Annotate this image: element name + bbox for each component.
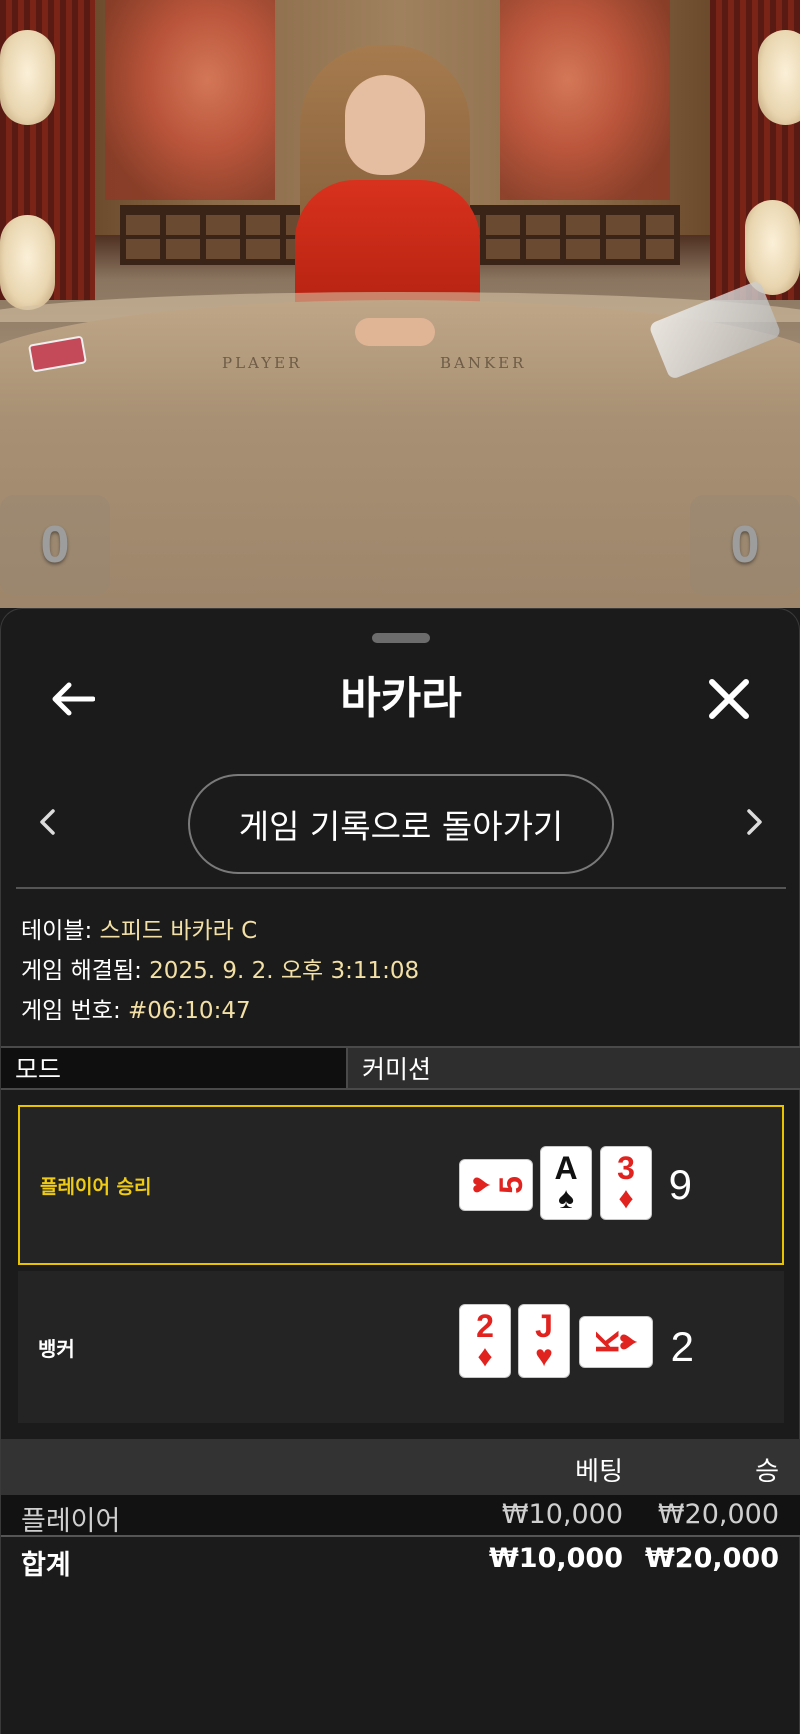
sheet-grabber[interactable] [372, 633, 430, 643]
chevron-left-icon [40, 809, 55, 835]
banker-hand-row: 뱅커 2 ♦ J ♥ K ♥ 2 [18, 1271, 784, 1423]
lantern-left-bottom [0, 215, 55, 310]
banker-hand-score: 2 [670, 1323, 694, 1370]
player-score-display: 0 [0, 495, 110, 595]
banker-card-1: 2 ♦ [459, 1304, 511, 1378]
card-rank: 3 [617, 1150, 635, 1186]
player-card-2: A ♠ [540, 1146, 592, 1220]
dealer-face [345, 75, 425, 175]
card-suit: ♥ [535, 1340, 553, 1373]
close-icon [709, 679, 749, 719]
info-game-number-value: #06:10:47 [128, 998, 251, 1024]
bet-row-name: 플레이어 [21, 1506, 121, 1537]
banker-hand-label: 뱅커 [38, 1336, 75, 1361]
info-game-number: 게임 번호: #06:10:47 [21, 991, 251, 1025]
chevron-right-icon [747, 809, 762, 835]
page-title: 바카라 [340, 673, 462, 724]
card-rank: A [554, 1150, 578, 1186]
card-rank: 2 [476, 1308, 494, 1344]
mode-label: 모드 [1, 1048, 348, 1088]
bet-row-player: 플레이어 ₩10,000 ₩20,000 [1, 1495, 800, 1537]
bet-row-total: 합계 ₩10,000 ₩20,000 [1, 1539, 800, 1581]
total-label: 합계 [21, 1550, 71, 1581]
bet-row-bet: ₩10,000 [501, 1499, 623, 1530]
card-suit: ♠ [558, 1182, 574, 1215]
lantern-left-top [0, 30, 55, 125]
total-win: ₩20,000 [645, 1543, 779, 1574]
dealer-hands [355, 318, 435, 346]
bet-row-win: ₩20,000 [657, 1499, 779, 1530]
next-game-button[interactable] [735, 799, 775, 845]
card-suit: ♥ [464, 1176, 498, 1194]
bets-table-header: 베팅 승 [1, 1439, 800, 1495]
info-resolved-label: 게임 해결됨: [21, 958, 150, 984]
player-card-3: 3 ♦ [600, 1146, 652, 1220]
blossom-panel-right [500, 0, 670, 200]
info-resolved: 게임 해결됨: 2025. 9. 2. 오후 3:11:08 [21, 951, 419, 985]
player-card-1: ♥ 5 [459, 1159, 533, 1211]
back-button[interactable] [43, 664, 103, 734]
live-video-feed: PLAYER BANKER 0 0 [0, 0, 800, 608]
bet-column-header: 베팅 [575, 1457, 623, 1487]
banker-score-display: 0 [690, 495, 800, 595]
lantern-right-bottom [745, 200, 800, 295]
section-divider [16, 887, 786, 889]
banker-card-2: J ♥ [518, 1304, 570, 1378]
card-suit: ♥ [610, 1333, 644, 1351]
info-table-label: 테이블: [21, 918, 100, 944]
table-label-banker: BANKER [440, 354, 527, 372]
card-suit: ♦ [618, 1182, 634, 1215]
info-resolved-value: 2025. 9. 2. 오후 3:11:08 [149, 958, 420, 984]
arrow-left-icon [52, 682, 95, 716]
close-button[interactable] [699, 664, 759, 734]
back-to-history-button[interactable]: 게임 기록으로 돌아가기 [188, 774, 614, 874]
info-game-number-label: 게임 번호: [21, 998, 129, 1024]
prev-game-button[interactable] [27, 799, 67, 845]
win-column-header: 승 [755, 1457, 779, 1487]
lantern-right-top [758, 30, 800, 125]
card-rank: 5 [492, 1176, 529, 1194]
mode-row: 모드 커미션 [1, 1046, 800, 1090]
banker-card-3: K ♥ [579, 1316, 653, 1368]
info-table: 테이블: 스피드 바카라 C [21, 911, 257, 945]
card-rank: J [535, 1308, 553, 1344]
table-label-player: PLAYER [222, 354, 303, 372]
mode-value: 커미션 [348, 1048, 800, 1088]
info-table-value: 스피드 바카라 C [99, 918, 258, 944]
player-hand-label: 플레이어 승리 [40, 1175, 152, 1198]
total-bet: ₩10,000 [489, 1543, 623, 1574]
player-hand-row: 플레이어 승리 ♥ 5 A ♠ 3 ♦ 9 [18, 1105, 784, 1265]
player-hand-score: 9 [668, 1161, 692, 1208]
blossom-panel-left [105, 0, 275, 200]
card-suit: ♦ [477, 1340, 493, 1373]
game-detail-sheet: 바카라 게임 기록으로 돌아가기 테이블: 스피드 바카라 C 게임 해결됨: … [0, 608, 800, 1734]
